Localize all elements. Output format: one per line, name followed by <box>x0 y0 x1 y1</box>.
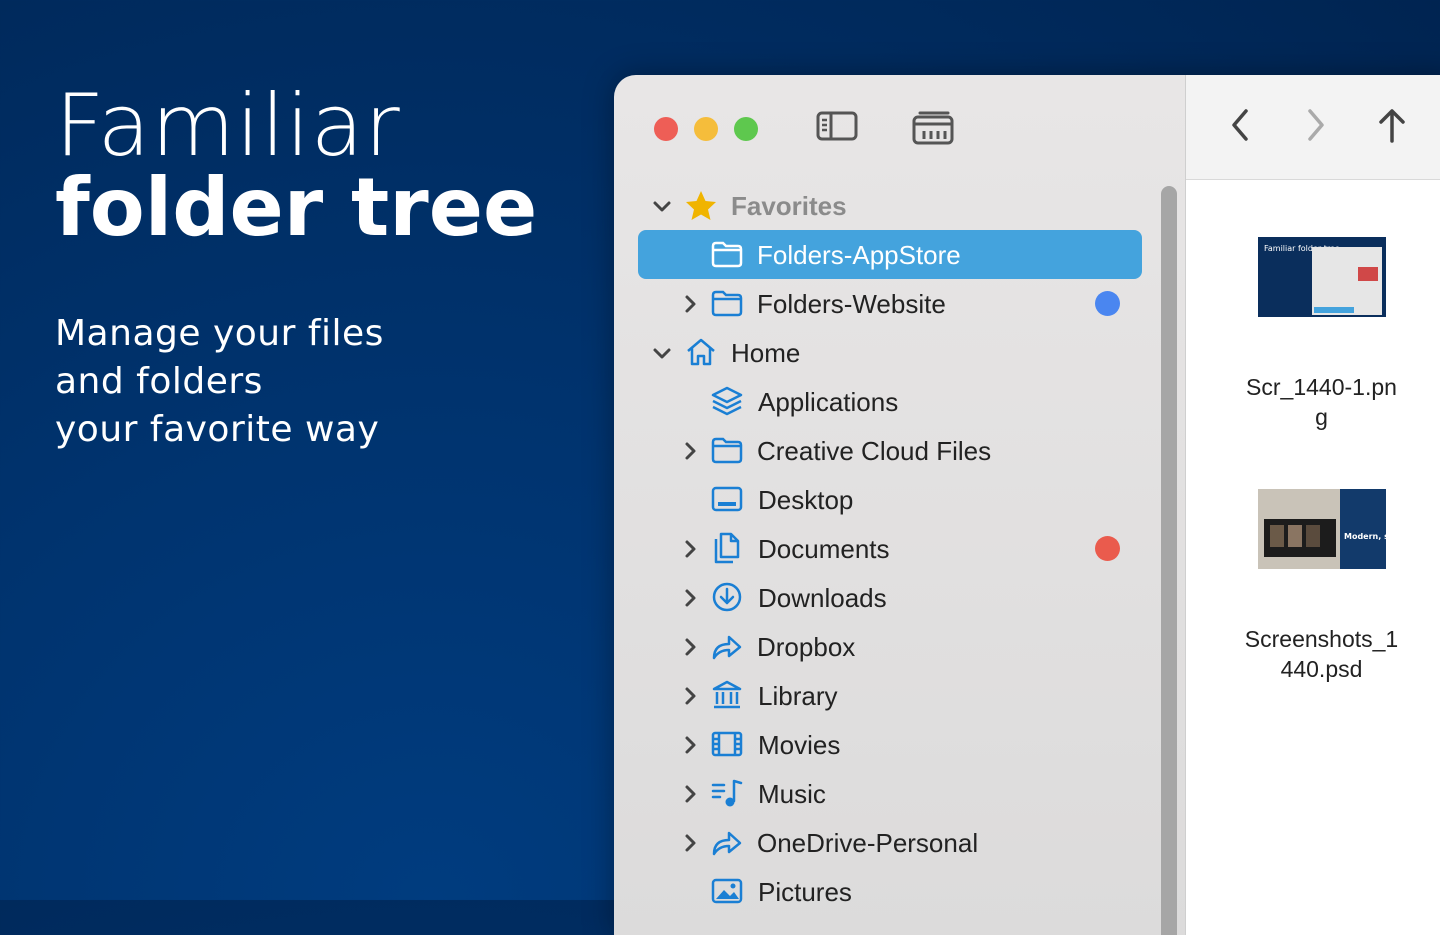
share-icon <box>712 635 742 660</box>
sidebar-item-dropbox[interactable]: Dropbox <box>638 622 1142 671</box>
chevron-right-icon[interactable] <box>678 292 702 316</box>
sidebar-item-applications[interactable]: Applications <box>638 377 1142 426</box>
sidebar-item-label: Downloads <box>758 583 887 613</box>
file-name: g <box>1315 404 1328 430</box>
file-item[interactable]: Modern, sleek Screenshots_1 440.psd <box>1234 489 1409 684</box>
enclosing-folder-icon[interactable] <box>1374 105 1410 145</box>
chevron-right-icon[interactable] <box>678 586 702 610</box>
film-icon <box>711 731 743 757</box>
pictures-icon <box>711 878 743 904</box>
home-icon <box>687 338 715 366</box>
sidebar-item-folders-appstore[interactable]: Folders-AppStore <box>638 230 1142 279</box>
file-thumbnail: Familiar folder tree <box>1257 237 1386 317</box>
applications-icon <box>711 386 743 416</box>
chevron-right-icon[interactable] <box>678 831 702 855</box>
documents-icon <box>714 532 740 564</box>
sidebar-item-music[interactable]: Music <box>638 769 1142 818</box>
chevron-right-icon[interactable] <box>678 782 702 806</box>
sidebar-item-onedrive-personal[interactable]: OneDrive-Personal <box>638 818 1142 867</box>
folder-icon <box>711 437 743 464</box>
downloads-icon <box>712 582 742 612</box>
sidebar-scrollbar[interactable] <box>1161 186 1177 935</box>
sidebar-item-desktop[interactable]: Desktop <box>638 475 1142 524</box>
chevron-right-icon[interactable] <box>678 684 702 708</box>
star-icon <box>686 191 716 220</box>
tag-dot <box>1095 291 1120 316</box>
sidebar-item-label: Documents <box>758 534 890 564</box>
chevron-right-icon[interactable] <box>678 537 702 561</box>
tree-section-favorites[interactable]: Favorites <box>638 181 1142 230</box>
sidebar-item-label: Folders-AppStore <box>757 240 961 270</box>
minimize-window-button[interactable] <box>694 117 718 141</box>
chevron-right-icon[interactable] <box>678 733 702 757</box>
chevron-right-icon[interactable] <box>678 635 702 659</box>
sidebar-item-label: Folders-Website <box>757 289 946 319</box>
file-name: Screenshots_1 <box>1244 626 1399 652</box>
music-icon <box>711 779 743 807</box>
sidebar-toggle-icon[interactable] <box>816 109 858 143</box>
browser-toolbar <box>1186 75 1440 180</box>
close-window-button[interactable] <box>654 117 678 141</box>
chevron-down-icon[interactable] <box>650 194 674 218</box>
new-window-icon[interactable] <box>912 109 956 145</box>
sidebar-item-library[interactable]: Library <box>638 671 1142 720</box>
chevron-down-icon[interactable] <box>650 341 674 365</box>
sidebar-item-label: Dropbox <box>757 632 856 662</box>
sidebar-item-documents[interactable]: Documents <box>638 524 1142 573</box>
sidebar-item-label: Movies <box>758 730 841 760</box>
sidebar-item-label: Music <box>758 779 826 809</box>
sidebar-item-home[interactable]: Home <box>638 328 1142 377</box>
promo-subtitle: Manage your files and folders your favor… <box>55 310 537 454</box>
promo-title-light: Familiar <box>55 76 401 176</box>
sidebar-item-label: Library <box>758 681 838 711</box>
chevron-right-icon[interactable] <box>678 439 702 463</box>
thumb-title: Modern, sleek <box>1344 532 1386 541</box>
favorites-label: Favorites <box>731 191 847 221</box>
sidebar-item-label: Home <box>731 338 801 368</box>
sidebar-item-label: Desktop <box>758 485 854 515</box>
share-icon <box>712 831 742 856</box>
sidebar-item-movies[interactable]: Movies <box>638 720 1142 769</box>
file-browser-pane: Familiar folder tree Scr_1440-1.pn g Mod… <box>1185 75 1440 935</box>
file-thumbnail: Modern, sleek <box>1257 489 1408 569</box>
sidebar-item-creative-cloud-files[interactable]: Creative Cloud Files <box>638 426 1142 475</box>
file-item[interactable]: Familiar folder tree Scr_1440-1.pn g <box>1234 237 1409 432</box>
promo-text: Familiar folder tree Manage your files a… <box>55 80 537 454</box>
library-icon <box>712 680 742 709</box>
sidebar-item-label: OneDrive-Personal <box>757 828 979 858</box>
folder-icon <box>711 290 743 317</box>
promo-title-bold: folder tree <box>55 161 538 254</box>
tag-dot <box>1095 536 1120 561</box>
forward-icon[interactable] <box>1302 105 1330 145</box>
sidebar: Favorites Folders-AppStore Folders-Websi… <box>614 75 1185 935</box>
subtitle-line: and folders <box>55 361 263 402</box>
folder-icon <box>711 241 743 268</box>
back-icon[interactable] <box>1226 105 1254 145</box>
sidebar-item-label: Pictures <box>758 877 852 907</box>
file-name: 440.psd <box>1280 656 1363 682</box>
sidebar-item-label: Applications <box>758 387 899 417</box>
file-name: Scr_1440-1.pn <box>1246 374 1397 400</box>
sidebar-item-pictures[interactable]: Pictures <box>638 867 1142 916</box>
app-window: Favorites Folders-AppStore Folders-Websi… <box>614 75 1440 935</box>
subtitle-line: your favorite way <box>55 409 380 450</box>
sidebar-item-downloads[interactable]: Downloads <box>638 573 1142 622</box>
sidebar-item-folders-website[interactable]: Folders-Website <box>638 279 1142 328</box>
desktop-icon <box>711 486 743 512</box>
subtitle-line: Manage your files <box>55 313 384 354</box>
sidebar-item-label: Creative Cloud Files <box>757 436 992 466</box>
folder-tree: Favorites Folders-AppStore Folders-Websi… <box>638 181 1142 916</box>
zoom-window-button[interactable] <box>734 117 758 141</box>
